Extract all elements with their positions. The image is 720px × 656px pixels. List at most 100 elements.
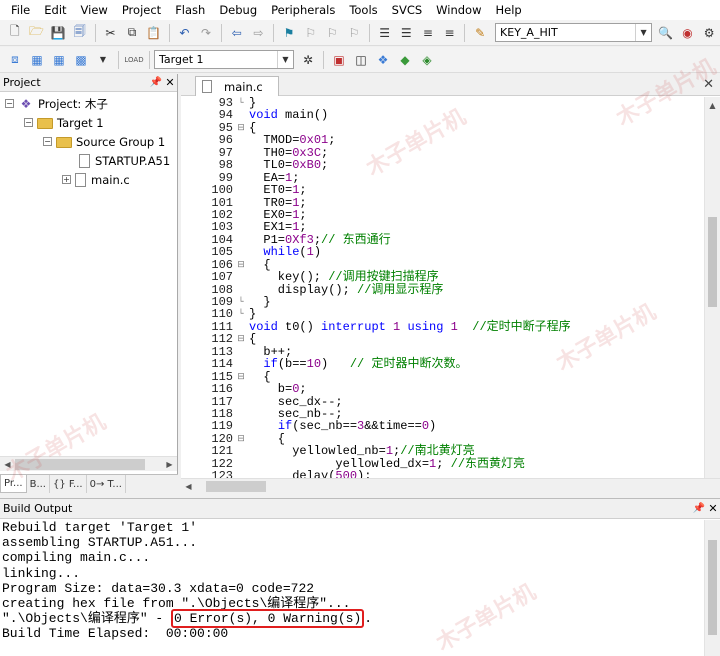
code-line[interactable]: 121 yellowled_nb=1;//南北黄灯亮 [181,445,704,458]
nav-forward-icon[interactable]: ⇨ [249,23,269,43]
unindent-icon[interactable]: ☰ [396,23,416,43]
redo-icon[interactable]: ↷ [196,23,216,43]
prev-bookmark-icon[interactable]: ⚐ [301,23,321,43]
fold-marker-icon[interactable]: ⊟ [233,371,249,383]
stop-build-icon[interactable]: ▼ [93,50,113,70]
batch-build-icon[interactable]: ▩ [71,50,91,70]
build-vscrollbar[interactable] [704,520,720,656]
editor-vscrollbar[interactable]: ▲ [704,97,720,478]
close-icon[interactable]: ✕ [706,502,720,515]
collapse-icon[interactable]: − [24,118,33,127]
save-all-icon[interactable]: 🗐 [70,23,90,43]
expand-icon[interactable]: + [62,175,71,184]
code-line[interactable]: 103 EX1=1; [181,221,704,234]
save-icon[interactable]: 💾 [48,23,68,43]
menu-view[interactable]: View [74,3,115,17]
menu-svcs[interactable]: SVCS [385,3,430,17]
clear-bookmarks-icon[interactable]: ⚐ [344,23,364,43]
chevron-down-icon[interactable]: ▼ [635,24,651,41]
close-icon[interactable]: ✕ [703,77,714,92]
tab-functions[interactable]: {} F... [50,475,87,493]
menu-debug[interactable]: Debug [212,3,264,17]
code-line[interactable]: 114 if(b==10) // 定时器中断次数。 [181,358,704,371]
indent-icon[interactable]: ☰ [375,23,395,43]
settings-icon[interactable]: ⚙ [699,23,719,43]
code-line[interactable]: 98 TL0=0xB0; [181,159,704,172]
find-combo[interactable]: KEY_A_HIT ▼ [495,23,653,42]
fold-marker-icon[interactable]: ⊟ [233,333,249,345]
code-line[interactable]: 119 if(sec_nb==3&&time==0) [181,420,704,433]
translate-icon[interactable]: ⧈ [5,50,25,70]
build-icon[interactable]: ▦ [27,50,47,70]
code-line[interactable]: 112 ⊟{ [181,333,704,346]
comment-icon[interactable]: ≡ [418,23,438,43]
paste-icon[interactable]: 📋 [144,23,164,43]
scroll-left-icon[interactable]: ◀ [181,482,196,491]
tree-node-file[interactable]: + main.c [0,170,177,189]
target-combo[interactable]: Target 1 ▼ [154,50,294,69]
project-hscrollbar[interactable]: ◀ ▶ [0,456,177,471]
pack-icon[interactable]: ◈ [417,50,437,70]
menu-help[interactable]: Help [489,3,529,17]
tree-node-project[interactable]: − ❖ Project: 木子 [0,94,177,113]
tree-node-target[interactable]: − Target 1 [0,113,177,132]
fold-marker-icon[interactable]: ⊟ [233,259,249,271]
runtime-env-icon[interactable]: ◆ [395,50,415,70]
bookmark-icon[interactable]: ⚑ [279,23,299,43]
scroll-thumb[interactable] [15,458,145,470]
debug-session-icon[interactable]: ◉ [678,23,698,43]
tab-templates[interactable]: 0→ T... [87,475,126,493]
chevron-down-icon[interactable]: ▼ [277,51,293,68]
file-extensions-icon[interactable]: ◫ [351,50,371,70]
pin-icon[interactable]: 📌 [692,503,706,514]
code-line[interactable]: 111 void t0() interrupt 1 using 1 //定时中断子… [181,320,704,333]
tree-node-file[interactable]: STARTUP.A51 [0,151,177,170]
code-line[interactable]: 123 delay(500); [181,470,704,478]
close-icon[interactable]: ✕ [163,76,177,89]
code-line[interactable]: 96 TMOD=0x01; [181,134,704,147]
collapse-icon[interactable]: − [43,137,52,146]
target-options-icon[interactable]: ✲ [298,50,318,70]
scroll-thumb[interactable] [708,540,717,635]
tab-main-c[interactable]: main.c [195,76,279,96]
next-bookmark-icon[interactable]: ⚐ [322,23,342,43]
scroll-left-icon[interactable]: ◀ [0,457,15,472]
menu-tools[interactable]: Tools [342,3,384,17]
fold-marker-icon[interactable]: ⊟ [233,433,249,445]
code-line[interactable]: 109 └ } [181,296,704,309]
scroll-thumb[interactable] [206,480,266,492]
find-icon[interactable]: 🔍 [656,23,676,43]
code-line[interactable]: 94 void main() [181,109,704,122]
menu-window[interactable]: Window [429,3,488,17]
download-icon[interactable]: LOAD [124,50,144,70]
cut-icon[interactable]: ✂ [101,23,121,43]
fold-marker-icon[interactable]: ⊟ [233,122,249,134]
menu-peripherals[interactable]: Peripherals [264,3,342,17]
new-file-icon[interactable]: 🗋 [5,23,25,43]
tab-books[interactable]: B... [27,475,50,493]
open-folder-icon[interactable]: 🗁 [27,23,47,43]
tab-project[interactable]: Pr... [0,475,27,493]
editor-hscrollbar[interactable]: ◀ [181,478,720,493]
copy-icon[interactable]: ⧉ [122,23,142,43]
menu-project[interactable]: Project [115,3,168,17]
find-in-files-icon[interactable]: ✎ [470,23,490,43]
manage-components-icon[interactable]: ▣ [329,50,349,70]
scroll-right-icon[interactable]: ▶ [162,457,177,472]
menu-file[interactable]: File [4,3,37,17]
undo-icon[interactable]: ↶ [175,23,195,43]
nav-back-icon[interactable]: ⇦ [227,23,247,43]
collapse-icon[interactable]: − [5,99,14,108]
pin-icon[interactable]: 📌 [149,77,163,88]
rebuild-icon[interactable]: ▦ [49,50,69,70]
code-area[interactable]: 93 └} 94 void main() 95 ⊟{96 TMOD=0x01; 97 TH0… [181,97,704,478]
tree-node-group[interactable]: − Source Group 1 [0,132,177,151]
code-line[interactable]: 116 b=0; [181,383,704,396]
menu-flash[interactable]: Flash [168,3,212,17]
code-line[interactable]: 105 while(1) [181,246,704,259]
menu-edit[interactable]: Edit [37,3,73,17]
pack-installer-icon[interactable]: ❖ [373,50,393,70]
scroll-thumb[interactable] [708,217,717,307]
uncomment-icon[interactable]: ≡ [440,23,460,43]
code-line[interactable]: 100 ET0=1; [181,184,704,197]
